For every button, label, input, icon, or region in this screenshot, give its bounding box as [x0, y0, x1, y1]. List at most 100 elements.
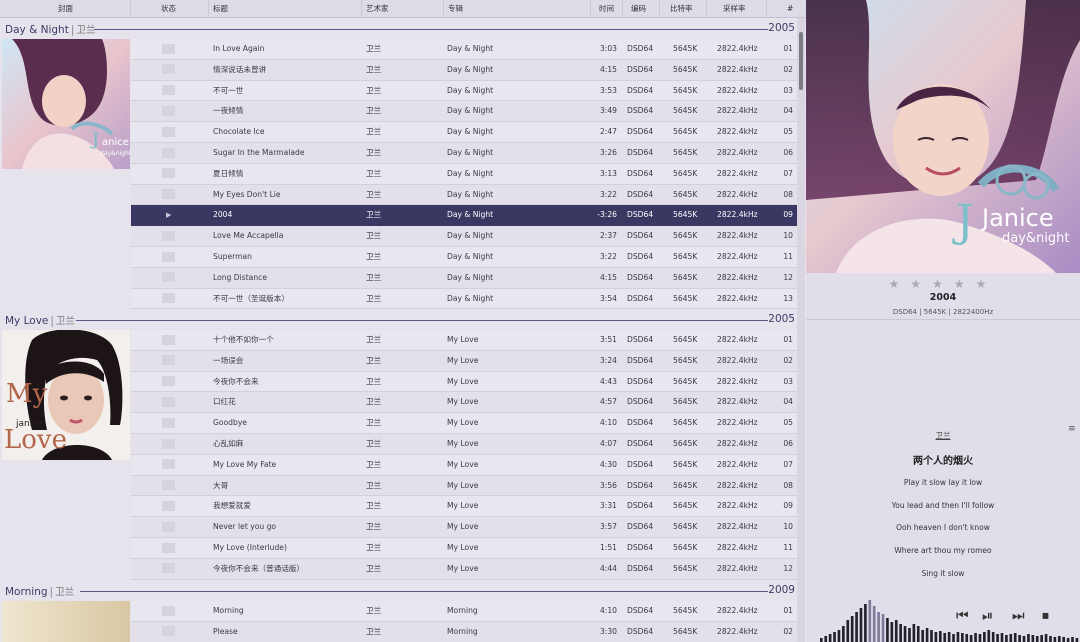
stop-icon[interactable]: ⏹ [1042, 608, 1049, 624]
status-checkbox[interactable] [162, 521, 175, 532]
status-checkbox[interactable] [162, 605, 175, 616]
status-cell[interactable] [162, 622, 176, 642]
track-row[interactable]: Never let you go 卫兰 My Love 3:57 DSD64 5645K 2… [131, 517, 797, 538]
status-checkbox[interactable] [162, 500, 175, 511]
album-cover[interactable]: My Love janice [2, 330, 130, 460]
column-codec[interactable]: 编码 [623, 0, 660, 18]
track-row[interactable]: Chocolate Ice 卫兰 Day & Night 2:47 DSD64 5645K… [131, 122, 797, 143]
status-checkbox[interactable] [162, 147, 175, 158]
status-checkbox[interactable] [162, 126, 175, 137]
column-title[interactable]: 标题 [209, 0, 362, 18]
rating-stars[interactable]: ★★★★★ [806, 277, 1080, 291]
status-checkbox[interactable] [162, 189, 175, 200]
status-checkbox[interactable] [162, 168, 175, 179]
track-row[interactable]: 口红花 卫兰 My Love 4:57 DSD64 5645K 2822.4kHz 04 [131, 392, 797, 414]
column-status[interactable]: 状态 [131, 0, 209, 18]
track-row[interactable]: My Love My Fate 卫兰 My Love 4:30 DSD64 5645K 28… [131, 454, 797, 476]
status-cell[interactable] [162, 247, 176, 267]
status-checkbox[interactable] [162, 43, 175, 54]
status-cell[interactable] [162, 559, 176, 579]
column-num[interactable]: # [767, 0, 797, 18]
track-row[interactable]: Please 卫兰 Morning 3:30 DSD64 5645K 2822.4kHz 02 [131, 621, 797, 642]
status-cell[interactable] [162, 268, 176, 288]
status-cell[interactable] [162, 392, 176, 412]
column-cover[interactable]: 封面 [0, 0, 131, 18]
track-row[interactable]: My Love (Interlude) 卫兰 My Love 1:51 DSD64 564… [131, 538, 797, 559]
status-cell[interactable] [162, 517, 176, 537]
track-row[interactable]: 不可一世（圣诞版本） 卫兰 Day & Night 3:54 DSD64 5645K 282… [131, 288, 797, 310]
status-checkbox[interactable] [162, 105, 175, 116]
status-checkbox[interactable] [162, 355, 175, 366]
track-row[interactable]: 今夜你不会来 卫兰 My Love 4:43 DSD64 5645K 2822.4kHz 03 [131, 371, 797, 393]
status-checkbox[interactable] [162, 293, 175, 304]
track-row[interactable]: 一场误会 卫兰 My Love 3:24 DSD64 5645K 2822.4kHz 02 [131, 350, 797, 372]
status-cell[interactable] [162, 143, 176, 163]
status-checkbox[interactable] [162, 542, 175, 553]
track-row[interactable]: 情深说话未曾讲 卫兰 Day & Night 4:15 DSD64 5645K 2822.4… [131, 59, 797, 81]
status-checkbox[interactable] [162, 563, 175, 574]
album-cover[interactable]: J anice day&night [2, 39, 130, 169]
track-row[interactable]: 心乱如麻 卫兰 My Love 4:07 DSD64 5645K 2822.4kHz 06 [131, 434, 797, 455]
album-group-header[interactable]: Morning | 卫兰 2009 [0, 581, 797, 601]
scrollbar-thumb[interactable] [799, 32, 803, 90]
status-checkbox[interactable] [162, 251, 175, 262]
status-checkbox[interactable] [162, 626, 175, 637]
status-checkbox[interactable] [162, 85, 175, 96]
track-row[interactable]: 大哥 卫兰 My Love 3:56 DSD64 5645K 2822.4kHz 08 [131, 475, 797, 497]
status-cell[interactable] [162, 476, 176, 496]
column-album[interactable]: 专辑 [444, 0, 591, 18]
status-cell[interactable] [162, 122, 176, 142]
status-cell[interactable] [162, 538, 176, 558]
status-cell[interactable] [162, 496, 176, 516]
album-group-header[interactable]: My Love | 卫兰 2005 [0, 310, 797, 330]
status-checkbox[interactable] [162, 334, 175, 345]
status-cell[interactable] [162, 289, 176, 309]
track-row[interactable]: 一夜倾情 卫兰 Day & Night 3:49 DSD64 5645K 2822.4kHz… [131, 101, 797, 123]
column-samplerate[interactable]: 采样率 [707, 0, 767, 18]
now-playing-cover[interactable]: J Janice day&night [806, 0, 1080, 273]
column-time[interactable]: 时间 [591, 0, 623, 18]
track-row[interactable]: Goodbye 卫兰 My Love 4:10 DSD64 5645K 2822.4kHz 0… [131, 413, 797, 434]
column-bitrate[interactable]: 比特率 [660, 0, 707, 18]
status-checkbox[interactable] [162, 396, 175, 407]
status-checkbox[interactable] [162, 417, 175, 428]
lyric-artist-link[interactable]: 卫兰 [806, 430, 1080, 441]
track-row[interactable]: 夏日倾情 卫兰 Day & Night 3:13 DSD64 5645K 2822.4kHz… [131, 163, 797, 185]
status-cell[interactable] [162, 185, 176, 205]
track-row[interactable]: 十个他不如你一个 卫兰 My Love 3:51 DSD64 5645K 2822.4kHz… [131, 330, 797, 351]
status-checkbox[interactable] [162, 272, 175, 283]
status-cell[interactable] [162, 601, 176, 621]
status-checkbox[interactable] [162, 376, 175, 387]
status-cell[interactable] [162, 81, 176, 101]
status-cell[interactable] [162, 60, 176, 80]
track-row[interactable]: 我想爱就爱 卫兰 My Love 3:31 DSD64 5645K 2822.4kHz 09 [131, 496, 797, 518]
next-icon[interactable]: ⏭ [1012, 608, 1025, 624]
status-cell[interactable] [162, 39, 176, 59]
status-checkbox[interactable] [162, 480, 175, 491]
status-cell[interactable] [162, 101, 176, 121]
track-row[interactable]: 不可一世 卫兰 Day & Night 3:53 DSD64 5645K 2822.4kHz… [131, 80, 797, 102]
play-pause-icon[interactable]: ⏯ [982, 608, 993, 624]
status-checkbox[interactable] [162, 459, 175, 470]
status-checkbox[interactable] [162, 64, 175, 75]
status-cell[interactable] [162, 330, 176, 350]
status-cell[interactable] [162, 434, 176, 454]
status-cell[interactable] [162, 351, 176, 371]
album-cover[interactable] [2, 601, 130, 642]
track-row[interactable]: Sugar In the Marmalade 卫兰 Day & Night 3:26 D… [131, 143, 797, 164]
track-row[interactable]: Love Me Accapella 卫兰 Day & Night 2:37 DSD64 5… [131, 226, 797, 247]
status-cell[interactable] [162, 455, 176, 475]
status-checkbox[interactable] [162, 230, 175, 241]
track-row[interactable]: Long Distance 卫兰 Day & Night 4:15 DSD64 5645K… [131, 267, 797, 289]
status-cell[interactable] [162, 413, 176, 433]
status-checkbox[interactable] [162, 438, 175, 449]
status-cell[interactable] [162, 372, 176, 392]
status-cell[interactable] [162, 226, 176, 246]
column-artist[interactable]: 艺术家 [362, 0, 444, 18]
list-scrollbar[interactable] [797, 18, 805, 642]
album-group-header[interactable]: Day & Night | 卫兰 2005 [0, 19, 797, 39]
track-row-playing[interactable]: ▶ 2004 卫兰 Day & Night -3:26 DSD64 5645K 2822.4k… [131, 205, 797, 227]
track-row[interactable]: Morning 卫兰 Morning 4:10 DSD64 5645K 2822.4kHz 0… [131, 601, 797, 622]
track-row[interactable]: My Eyes Don't Lie 卫兰 Day & Night 3:22 DSD64 5… [131, 184, 797, 206]
status-cell[interactable] [162, 164, 176, 184]
